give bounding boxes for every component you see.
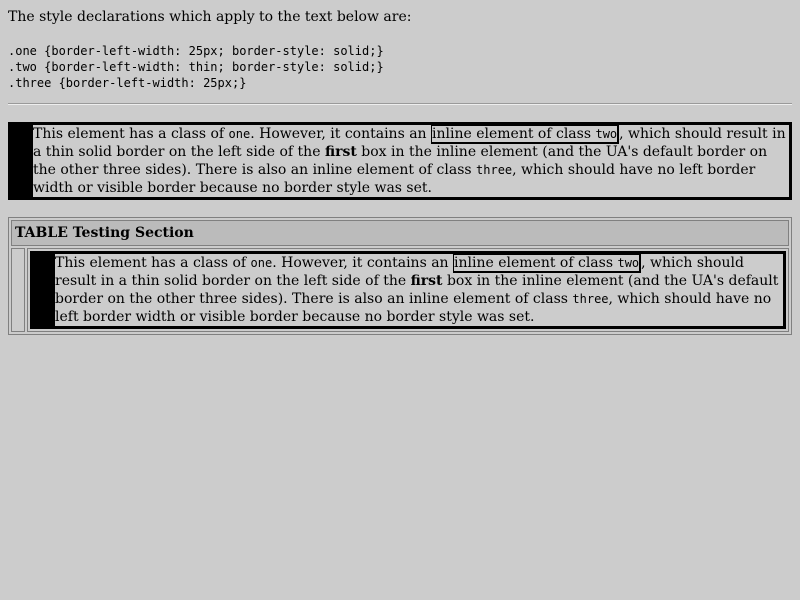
class-one-code: one bbox=[228, 127, 251, 141]
first-bold: first bbox=[410, 273, 443, 289]
inline-two-text: inline element of class bbox=[454, 255, 618, 271]
inline-element-three: three bbox=[572, 291, 608, 307]
first-bold: first bbox=[324, 144, 357, 160]
table-header: TABLE Testing Section bbox=[11, 220, 789, 246]
test-paragraph-one-table: This element has a class of one. However… bbox=[30, 251, 786, 329]
para-text-2: . However, it contains an bbox=[272, 255, 454, 271]
table-testing-section: TABLE Testing Section This element has a… bbox=[8, 217, 792, 335]
table-content-cell: This element has a class of one. However… bbox=[27, 248, 789, 332]
class-two-code: two bbox=[595, 127, 618, 141]
para-text-2: . However, it contains an bbox=[250, 126, 432, 142]
para-text-1: This element has a class of bbox=[33, 126, 229, 142]
inline-element-two: inline element of class two bbox=[431, 124, 620, 144]
inline-element-three: three bbox=[476, 162, 512, 178]
class-three-code: three bbox=[476, 163, 513, 177]
table-side-cell bbox=[11, 248, 25, 332]
class-three-code: three bbox=[572, 292, 609, 306]
page: The style declarations which apply to th… bbox=[0, 0, 800, 335]
divider bbox=[8, 103, 792, 105]
class-two-code: two bbox=[617, 256, 640, 270]
class-one-code: one bbox=[250, 256, 273, 270]
inline-two-text: inline element of class bbox=[432, 126, 596, 142]
para-text-1: This element has a class of bbox=[55, 255, 251, 271]
test-paragraph-one: This element has a class of one. However… bbox=[8, 122, 792, 200]
intro-text: The style declarations which apply to th… bbox=[8, 9, 412, 25]
inline-element-two: inline element of class two bbox=[453, 253, 642, 273]
style-declarations: .one {border-left-width: 25px; border-st… bbox=[8, 44, 384, 90]
